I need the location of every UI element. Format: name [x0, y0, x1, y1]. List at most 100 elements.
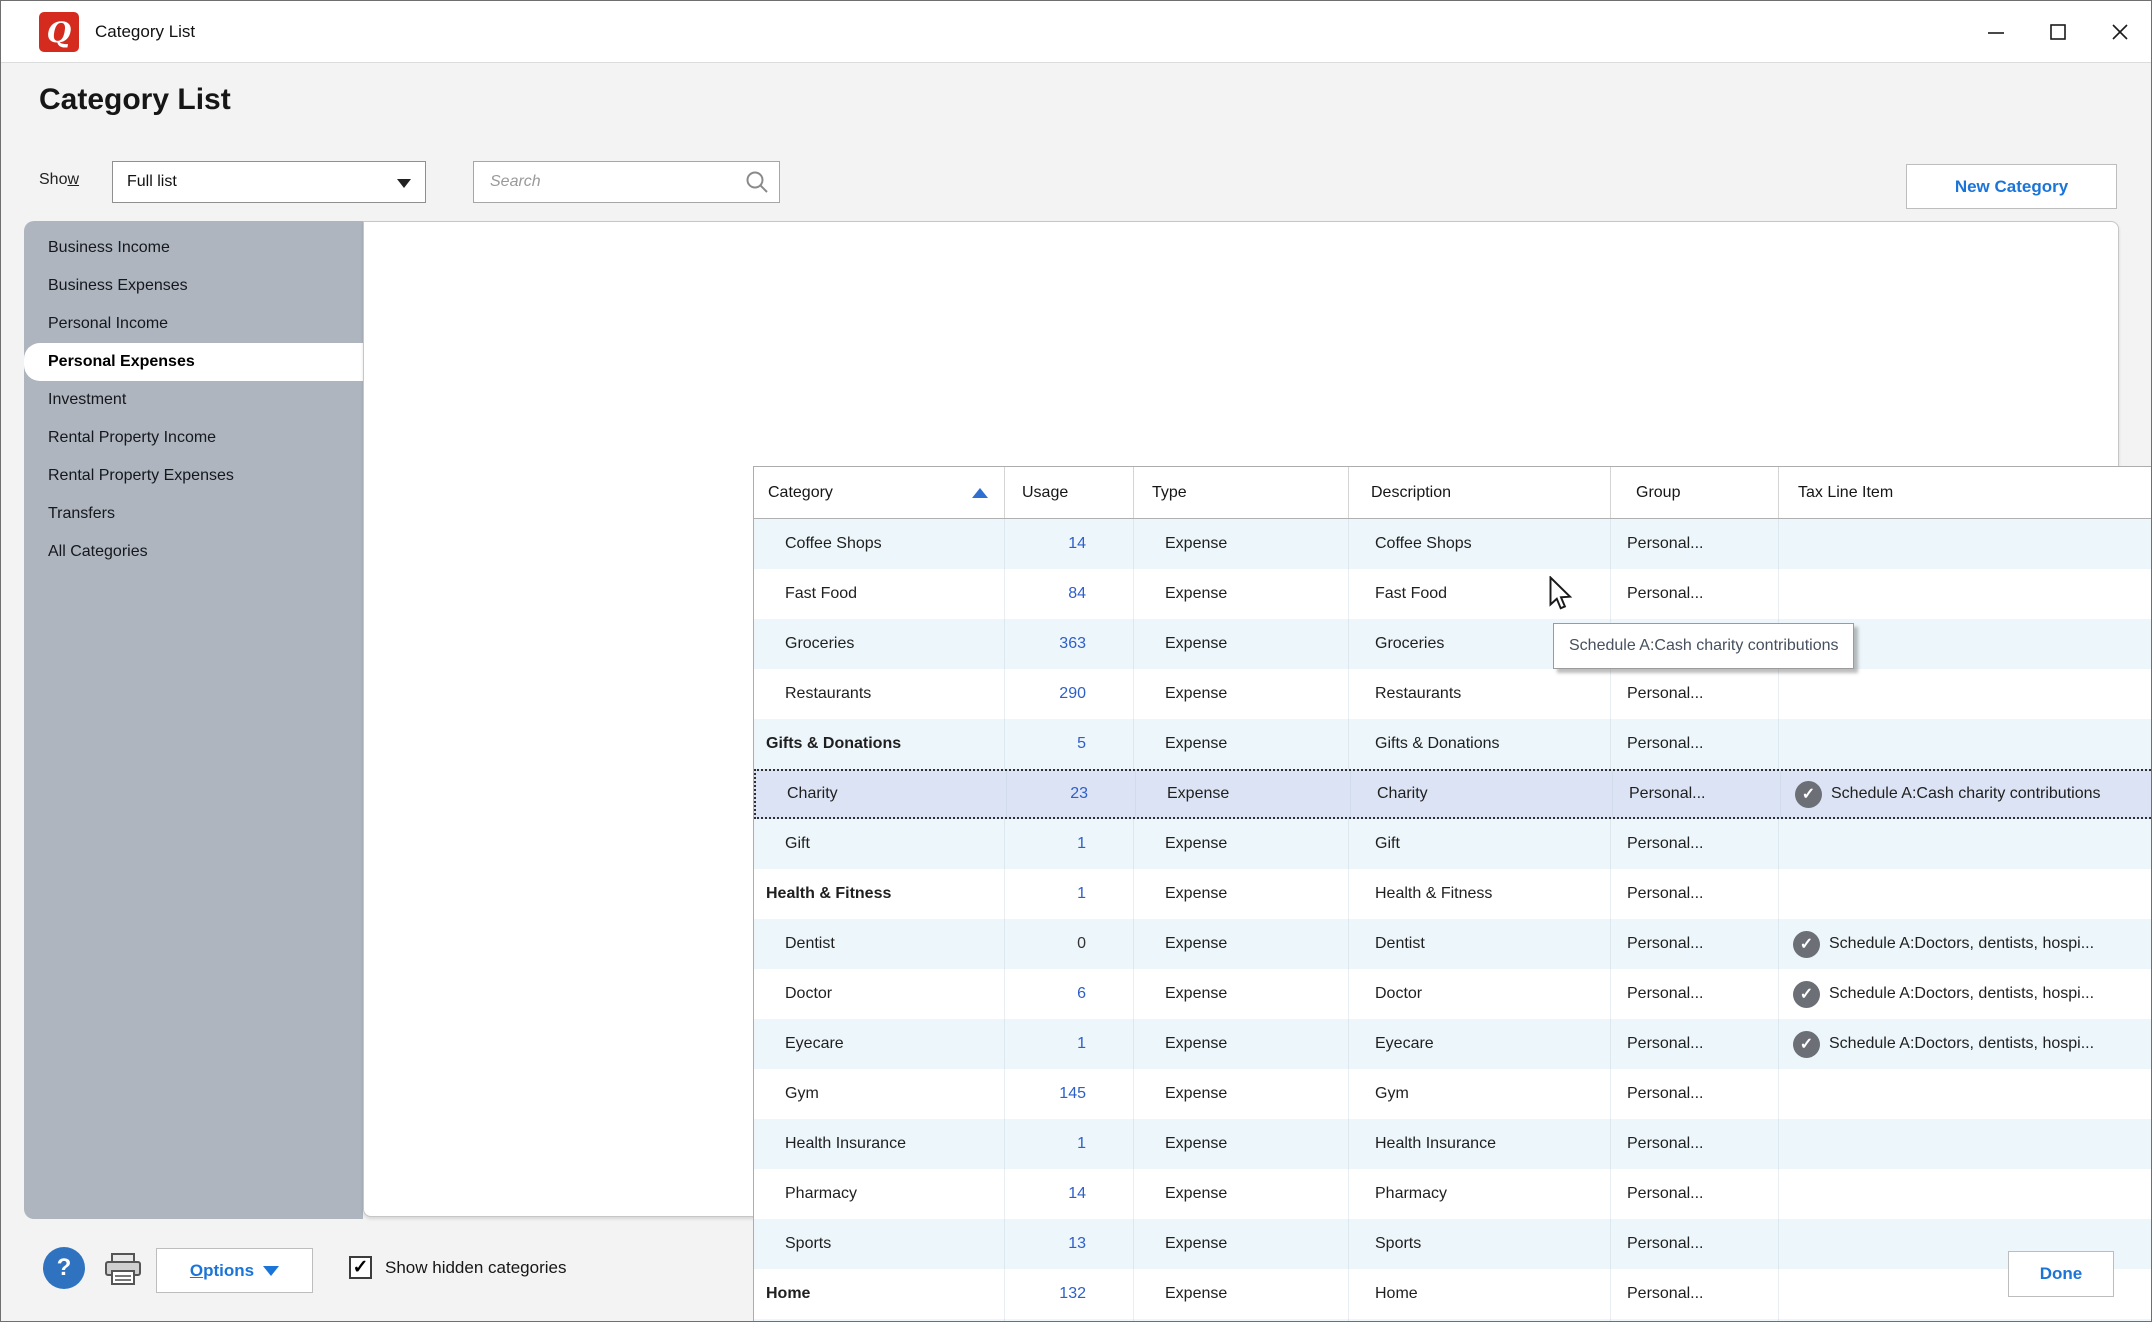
sidebar-item[interactable]: Rental Property Income — [24, 419, 363, 457]
sidebar-item-label: Transfers — [48, 505, 115, 523]
sidebar-item[interactable]: Personal Expenses — [24, 343, 363, 381]
column-header-usage[interactable]: Usage — [1005, 467, 1134, 518]
table-row[interactable]: Sports 13 Expense Sports Personal... ✓ — [754, 1219, 2152, 1269]
table-row[interactable]: Groceries 363 Expense Groceries Personal… — [754, 619, 2152, 669]
tax-line-item-cell: ✓ Schedule A:Doctors, dentists, hospi... — [1779, 969, 2152, 1019]
maximize-button[interactable] — [2027, 1, 2089, 63]
table-row[interactable]: Charity 23 Expense Charity Personal... ✓… — [754, 769, 2152, 819]
tax-line-item-cell: ✓ — [1779, 1069, 2152, 1119]
category-list-panel: Category Usage Type Description Group Ta… — [363, 221, 2119, 1217]
table-row[interactable]: Home 132 Expense Home Personal... ✓ — [754, 1269, 2152, 1319]
usage-cell[interactable]: 23 — [1007, 771, 1136, 817]
type-cell: Expense — [1134, 1119, 1349, 1169]
minimize-button[interactable] — [1965, 1, 2027, 63]
tax-line-item-cell: ✓ — [1779, 719, 2152, 769]
group-cell: Personal... — [1611, 1019, 1779, 1069]
printer-icon — [103, 1253, 143, 1287]
description-cell: Gym — [1349, 1069, 1611, 1119]
usage-cell[interactable]: 145 — [1005, 1069, 1134, 1119]
table-header-row: Category Usage Type Description Group Ta… — [754, 467, 2152, 519]
description-cell: Gift — [1349, 819, 1611, 869]
group-cell: Personal... — [1611, 919, 1779, 969]
close-button[interactable] — [2089, 1, 2151, 63]
column-header-tax-line-item[interactable]: Tax Line Item — [1779, 467, 2152, 518]
table-row[interactable]: Gym 145 Expense Gym Personal... ✓ — [754, 1069, 2152, 1119]
usage-cell[interactable]: 14 — [1005, 519, 1134, 569]
sidebar-item[interactable]: Transfers — [24, 495, 363, 533]
search-input[interactable] — [473, 161, 780, 203]
column-header-category[interactable]: Category — [754, 467, 1005, 518]
table-row[interactable]: Gift 1 Expense Gift Personal... ✓ — [754, 819, 2152, 869]
usage-cell[interactable]: 5 — [1005, 719, 1134, 769]
category-cell: Health Insurance — [754, 1119, 1005, 1169]
category-cell: Groceries — [754, 619, 1005, 669]
show-filter-dropdown[interactable]: Full list — [112, 161, 426, 203]
usage-cell[interactable]: 1 — [1005, 1119, 1134, 1169]
description-cell: Coffee Shops — [1349, 519, 1611, 569]
sidebar-item-label: Business Expenses — [48, 277, 188, 295]
sidebar-item[interactable]: Personal Income — [24, 305, 363, 343]
sidebar-item-label: Investment — [48, 391, 126, 409]
table-row[interactable]: Gifts & Donations 5 Expense Gifts & Dona… — [754, 719, 2152, 769]
tax-line-tooltip: Schedule A:Cash charity contributions — [1553, 623, 1854, 669]
options-button[interactable]: Options — [156, 1248, 313, 1293]
help-button[interactable]: ? — [43, 1247, 85, 1289]
table-row[interactable]: Fast Food 84 Expense Fast Food Personal.… — [754, 569, 2152, 619]
sidebar-item[interactable]: Rental Property Expenses — [24, 457, 363, 495]
window-controls — [1965, 1, 2151, 63]
group-cell: Personal... — [1611, 869, 1779, 919]
print-button[interactable] — [103, 1253, 143, 1287]
sidebar-item[interactable]: Business Expenses — [24, 267, 363, 305]
tax-line-item-cell: ✓ — [1779, 569, 2152, 619]
category-table: Category Usage Type Description Group Ta… — [753, 466, 2152, 1322]
usage-cell[interactable]: 6 — [1005, 969, 1134, 1019]
chevron-down-icon — [263, 1266, 279, 1276]
usage-cell[interactable]: 84 — [1005, 569, 1134, 619]
done-button[interactable]: Done — [2008, 1251, 2114, 1297]
column-header-type[interactable]: Type — [1134, 467, 1349, 518]
tax-line-item-cell: ✓ — [1779, 669, 2152, 719]
group-cell: Personal... — [1611, 1219, 1779, 1269]
sidebar-item-label: All Categories — [48, 543, 148, 561]
usage-cell[interactable]: 1 — [1005, 819, 1134, 869]
new-category-button[interactable]: New Category — [1906, 164, 2117, 209]
table-row[interactable]: Restaurants 290 Expense Restaurants Pers… — [754, 669, 2152, 719]
tax-line-item-text: Schedule A:Doctors, dentists, hospi... — [1829, 985, 2094, 1003]
page-title: Category List — [39, 83, 231, 117]
table-row[interactable]: Pharmacy 14 Expense Pharmacy Personal...… — [754, 1169, 2152, 1219]
type-cell: Expense — [1134, 619, 1349, 669]
sidebar-item[interactable]: Investment — [24, 381, 363, 419]
type-cell: Expense — [1134, 819, 1349, 869]
table-body: Coffee Shops 14 Expense Coffee Shops Per… — [754, 519, 2152, 1322]
group-cell: Personal... — [1611, 1269, 1779, 1319]
usage-cell[interactable]: 132 — [1005, 1269, 1134, 1319]
category-cell: Gym — [754, 1069, 1005, 1119]
type-cell: Expense — [1134, 869, 1349, 919]
type-cell: Expense — [1134, 1019, 1349, 1069]
usage-cell[interactable]: 1 — [1005, 869, 1134, 919]
usage-cell[interactable]: 290 — [1005, 669, 1134, 719]
usage-cell[interactable]: 1 — [1005, 1019, 1134, 1069]
table-row[interactable]: Coffee Shops 14 Expense Coffee Shops Per… — [754, 519, 2152, 569]
show-hidden-checkbox[interactable]: ✓ — [349, 1256, 372, 1279]
table-row[interactable]: Health & Fitness 1 Expense Health & Fitn… — [754, 869, 2152, 919]
category-cell: Dentist — [754, 919, 1005, 969]
usage-cell[interactable]: 0 — [1005, 919, 1134, 969]
usage-cell[interactable]: 363 — [1005, 619, 1134, 669]
usage-cell[interactable]: 13 — [1005, 1219, 1134, 1269]
search-box — [473, 161, 780, 203]
category-cell: Eyecare — [754, 1019, 1005, 1069]
group-cell: Personal... — [1611, 669, 1779, 719]
tooltip-text: Schedule A:Cash charity contributions — [1569, 637, 1838, 655]
table-row[interactable]: Eyecare 1 Expense Eyecare Personal... ✓ … — [754, 1019, 2152, 1069]
sidebar-item[interactable]: All Categories — [24, 533, 363, 571]
table-row[interactable]: Doctor 6 Expense Doctor Personal... ✓ Sc… — [754, 969, 2152, 1019]
column-header-description[interactable]: Description — [1349, 467, 1611, 518]
sidebar-item[interactable]: Business Income — [24, 229, 363, 267]
tax-line-item-cell: ✓ Schedule A:Cash charity contributions — [1781, 771, 2152, 817]
usage-cell[interactable]: 14 — [1005, 1169, 1134, 1219]
table-row[interactable]: Dentist 0 Expense Dentist Personal... ✓ … — [754, 919, 2152, 969]
description-cell: Pharmacy — [1349, 1169, 1611, 1219]
table-row[interactable]: Health Insurance 1 Expense Health Insura… — [754, 1119, 2152, 1169]
column-header-group[interactable]: Group — [1611, 467, 1779, 518]
